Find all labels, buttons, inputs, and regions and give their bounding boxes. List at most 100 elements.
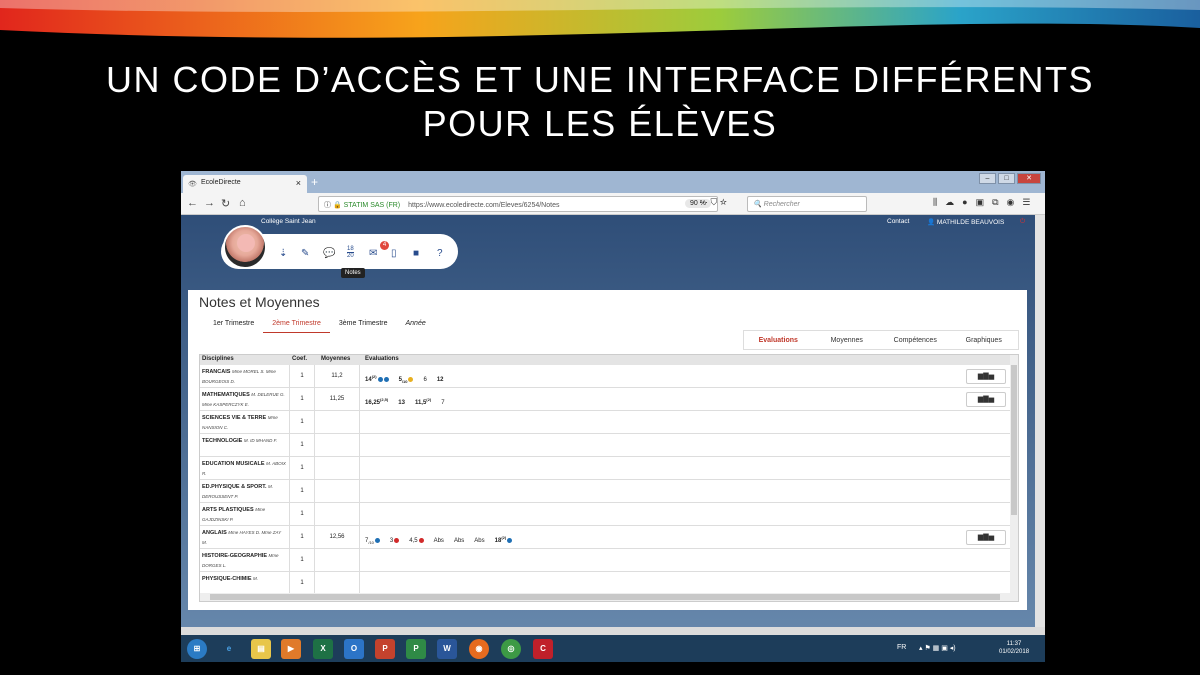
adblock-icon[interactable]: ● — [962, 197, 967, 208]
chat-icon[interactable]: 💬 — [323, 248, 335, 259]
chart-button[interactable]: ▆▇▅ — [966, 369, 1006, 384]
grade[interactable]: 7/10 — [365, 537, 380, 545]
search-box[interactable]: 🔍 Rechercher — [747, 196, 867, 212]
url-text: https://www.ecoledirecte.com/Eleves/6254… — [408, 202, 560, 209]
back-icon[interactable]: ← — [187, 197, 198, 209]
reader-icon[interactable]: ▣ — [976, 197, 985, 208]
firefox-icon[interactable]: ◉ — [469, 639, 489, 659]
table-horizontal-scrollbar[interactable] — [200, 593, 1018, 601]
chart-button[interactable]: ▆▇▅ — [966, 530, 1006, 545]
grade[interactable]: Abs — [434, 538, 444, 544]
outlook-icon[interactable]: O — [344, 639, 364, 659]
browser-tab[interactable]: 👁 EcoleDirecte × — [183, 175, 307, 193]
app-icon[interactable]: C — [533, 639, 553, 659]
address-bar[interactable]: ⓘ 🔒 STATIM SAS (FR) https://www.ecoledir… — [318, 196, 718, 212]
tray-icons[interactable]: ▴ ⚑ ▦ ▣ ◂) — [919, 644, 956, 652]
coef-cell: 1 — [290, 365, 315, 388]
grade[interactable]: 18(2) — [495, 535, 513, 544]
grade-coefficient: (2) — [426, 397, 432, 402]
tab-competences[interactable]: Compétences — [881, 337, 950, 344]
page-horizontal-scrollbar[interactable] — [181, 627, 1045, 635]
competence-dot — [507, 537, 513, 543]
tab-evaluations[interactable]: Evaluations — [744, 337, 813, 344]
menu-icon[interactable]: ☰ — [1022, 197, 1030, 208]
grade[interactable]: 7 — [441, 400, 444, 406]
teacher-name: M. — [253, 576, 259, 581]
tab-annee[interactable]: Année — [396, 320, 434, 333]
scroll-thumb[interactable] — [1011, 365, 1017, 515]
tab-graphiques[interactable]: Graphiques — [950, 337, 1019, 344]
media-player-icon[interactable]: ▶ — [281, 639, 301, 659]
explorer-icon[interactable]: ▤ — [251, 639, 271, 659]
grade[interactable]: 11,5(2) — [415, 397, 432, 406]
average-cell — [315, 457, 360, 480]
cloud-icon[interactable]: ☁ — [945, 197, 954, 208]
maximize-button[interactable]: □ — [998, 173, 1015, 184]
tab-close-icon[interactable]: × — [296, 178, 301, 188]
grade[interactable]: 12 — [437, 377, 444, 383]
coef-cell: 1 — [290, 457, 315, 480]
average-cell: 12,56 — [315, 526, 360, 549]
table-row: SCIENCES VIE & TERRE Mme NANSION C. 1 — [200, 411, 1010, 434]
grade[interactable]: 16,25(2,5) — [365, 397, 388, 406]
powerpoint-icon[interactable]: P — [375, 639, 395, 659]
average-cell — [315, 572, 360, 595]
minimize-button[interactable]: – — [979, 173, 996, 184]
tab-trimestre-3[interactable]: 3ème Trimestre — [330, 320, 397, 333]
tab-moyennes[interactable]: Moyennes — [813, 337, 882, 344]
start-button[interactable]: ⊞ — [187, 639, 207, 659]
grade[interactable]: 6 — [423, 377, 426, 383]
pen-icon[interactable]: ✎ — [301, 248, 309, 259]
close-window-button[interactable]: ✕ — [1017, 173, 1041, 184]
browser-toolbar: ← → ↻ ⌂ ⓘ 🔒 STATIM SAS (FR) https://www.… — [181, 193, 1045, 215]
page-scrollbar[interactable] — [1035, 215, 1045, 645]
library-icon[interactable]: ⫼ — [933, 197, 937, 208]
grade[interactable]: 4,5 — [409, 537, 424, 544]
average-cell — [315, 503, 360, 526]
grade[interactable]: Abs — [474, 538, 484, 544]
home-icon[interactable]: ⌂ — [239, 197, 246, 209]
ie-icon[interactable]: e — [219, 639, 239, 659]
page-actions-icon[interactable]: ··· ⛉ ☆ — [699, 197, 727, 208]
home-menu-icon[interactable]: ⇣ — [279, 248, 287, 259]
average-cell — [315, 411, 360, 434]
chart-button[interactable]: ▆▇▅ — [966, 392, 1006, 407]
publisher-icon[interactable]: P — [406, 639, 426, 659]
tray-language[interactable]: FR — [897, 644, 906, 651]
user-name[interactable]: 👤 MATHILDE BEAUVOIS — [927, 218, 1004, 226]
tab-trimestre-2[interactable]: 2ème Trimestre — [263, 320, 330, 333]
coef-cell: 1 — [290, 480, 315, 503]
system-clock[interactable]: 11:37 01/02/2018 — [999, 640, 1029, 656]
grade-value: 6 — [423, 377, 427, 383]
notes-menu-icon[interactable]: 18 20 — [347, 246, 354, 259]
help-icon[interactable]: ? — [437, 248, 443, 259]
excel-icon[interactable]: X — [313, 639, 333, 659]
grades-table: Disciplines Coef. Moyennes Evaluations F… — [199, 354, 1019, 602]
table-header: Disciplines Coef. Moyennes Evaluations — [200, 355, 1010, 365]
table-vertical-scrollbar[interactable] — [1010, 355, 1018, 593]
document-icon[interactable]: ▯ — [391, 248, 397, 259]
scroll-thumb[interactable] — [210, 594, 1000, 600]
grade[interactable]: 3 — [390, 537, 400, 544]
screenshot-icon[interactable]: ⧉ — [992, 197, 998, 208]
ecoledirecte-page: Collège Saint Jean Contact 👤 MATHILDE BE… — [181, 215, 1035, 645]
chrome-icon[interactable]: ◎ — [501, 639, 521, 659]
reload-icon[interactable]: ↻ — [221, 197, 230, 210]
slide-title-line2: POUR LES ÉLÈVES — [422, 103, 778, 144]
average-cell: 11,2 — [315, 365, 360, 388]
new-tab-button[interactable]: + — [311, 175, 318, 189]
extension-icon[interactable]: ◉ — [1007, 197, 1015, 208]
contact-link[interactable]: Contact — [887, 218, 909, 225]
search-icon: 🔍 — [753, 201, 762, 208]
logout-icon[interactable]: ⏻ — [1020, 218, 1025, 226]
word-icon[interactable]: W — [437, 639, 457, 659]
grade[interactable]: 5/10 — [399, 376, 414, 384]
info-icon[interactable]: ⓘ — [324, 202, 331, 209]
forward-icon[interactable]: → — [204, 197, 215, 209]
grade[interactable]: Abs — [454, 538, 464, 544]
grade[interactable]: 13 — [398, 400, 405, 406]
tab-trimestre-1[interactable]: 1er Trimestre — [204, 320, 263, 333]
grade[interactable]: 14(2) — [365, 374, 389, 383]
mail-icon[interactable]: ✉ — [369, 248, 377, 259]
folder-icon[interactable]: ■ — [413, 248, 419, 259]
